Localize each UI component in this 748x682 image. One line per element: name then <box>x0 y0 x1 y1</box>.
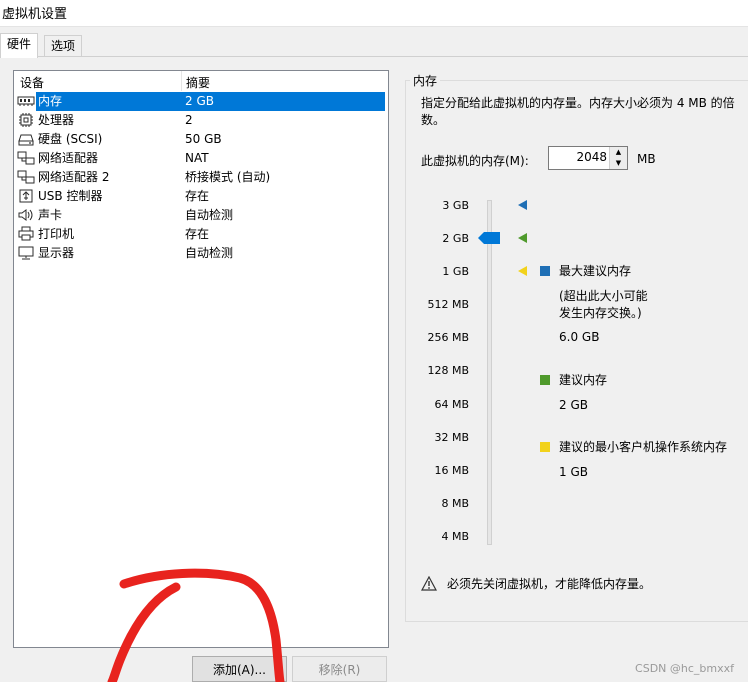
legend-max-note: (超出此大小可能 发生内存交换。) <box>559 289 648 320</box>
scale-label: 32 MB <box>434 431 469 444</box>
device-name: 硬盘 (SCSI) <box>38 132 103 146</box>
memory-field-label: 此虚拟机的内存(M): <box>421 154 529 168</box>
device-summary: 桥接模式 (自动) <box>185 170 271 184</box>
watermark: CSDN @hc_bmxxf <box>635 662 734 675</box>
window-title: 虚拟机设置 <box>2 7 68 22</box>
spin-down-icon[interactable]: ▼ <box>610 158 627 169</box>
device-summary: 2 GB <box>182 92 385 111</box>
device-row-memory[interactable]: 内存 2 GB <box>14 92 388 111</box>
scale-label: 64 MB <box>434 398 469 411</box>
memory-icon <box>17 96 35 106</box>
network-adapter-icon <box>17 151 35 165</box>
warning-icon <box>421 576 437 591</box>
device-list-header: 设备 摘要 <box>14 71 388 91</box>
scale-label: 512 MB <box>427 298 469 311</box>
memory-unit: MB <box>637 152 656 166</box>
device-row-network-adapter[interactable]: 网络适配器 NAT <box>14 149 388 168</box>
tab-options[interactable]: 选项 <box>44 35 83 56</box>
device-name: 内存 <box>36 92 186 111</box>
header-device[interactable]: 设备 <box>20 74 44 91</box>
memory-slider-thumb[interactable] <box>478 232 500 244</box>
recommended-marker-icon <box>518 233 527 243</box>
device-name: 网络适配器 <box>38 151 99 165</box>
processor-icon <box>19 113 33 127</box>
scale-label: 1 GB <box>442 265 469 278</box>
device-row-usb-controller[interactable]: USB 控制器 存在 <box>14 187 388 206</box>
scale-label: 3 GB <box>442 199 469 212</box>
legend-max-color <box>540 266 550 276</box>
printer-icon <box>18 226 34 241</box>
header-summary[interactable]: 摘要 <box>186 74 210 91</box>
device-summary: 50 GB <box>185 132 222 146</box>
device-name: 处理器 <box>38 113 75 127</box>
usb-icon <box>19 189 33 203</box>
device-row-hard-disk[interactable]: 硬盘 (SCSI) 50 GB <box>14 130 388 149</box>
device-name: 显示器 <box>38 246 75 260</box>
tab-strip: 硬件 选项 <box>0 33 748 58</box>
device-summary: 自动检测 <box>185 246 234 260</box>
monitor-icon <box>18 246 34 260</box>
memory-spinbox[interactable]: 2048 ▲ ▼ <box>548 146 628 170</box>
scale-label: 16 MB <box>434 464 469 477</box>
device-summary: 自动检测 <box>185 208 234 222</box>
legend-recommended-label: 建议内存 <box>559 373 608 387</box>
device-row-display[interactable]: 显示器 自动检测 <box>14 244 388 263</box>
device-row-printer[interactable]: 打印机 存在 <box>14 225 388 244</box>
memory-value[interactable]: 2048 <box>576 150 607 164</box>
device-name: 网络适配器 2 <box>38 170 110 184</box>
device-name: 声卡 <box>38 208 63 222</box>
device-summary: NAT <box>185 151 209 165</box>
memory-description: 指定分配给此虚拟机的内存量。内存大小必须为 4 MB 的倍数。 <box>421 96 735 127</box>
scale-label: 2 GB <box>442 232 469 245</box>
scale-label: 4 MB <box>441 530 469 543</box>
scale-label: 256 MB <box>427 331 469 344</box>
legend-min-label: 建议的最小客户机操作系统内存 <box>559 440 728 454</box>
network-adapter-icon <box>17 170 35 184</box>
device-summary: 存在 <box>185 189 210 203</box>
legend-recommended-color <box>540 375 550 385</box>
scale-label: 128 MB <box>427 364 469 377</box>
header-separator <box>181 71 182 91</box>
warning-text: 必须先关闭虚拟机，才能降低内存量。 <box>447 577 652 591</box>
legend-max-value: 6.0 GB <box>559 330 600 344</box>
min-recommended-marker-icon <box>518 266 527 276</box>
device-row-sound-card[interactable]: 声卡 自动检测 <box>14 206 388 225</box>
legend-recommended-value: 2 GB <box>559 398 588 412</box>
legend-max-label: 最大建议内存 <box>559 264 632 278</box>
memory-slider-track[interactable] <box>487 200 492 545</box>
spinner-arrows: ▲ ▼ <box>609 147 627 169</box>
vm-settings-window: 虚拟机设置 硬件 选项 设备 摘要 内存 2 GB 处理器 2 硬盘 (SCSI… <box>0 0 748 682</box>
memory-group-title: 内存 <box>410 72 441 89</box>
device-summary: 2 <box>185 113 193 127</box>
memory-warning: 必须先关闭虚拟机，才能降低内存量。 <box>421 575 721 593</box>
remove-button[interactable]: 移除(R) <box>292 656 387 682</box>
device-summary: 存在 <box>185 227 210 241</box>
device-row-network-adapter-2[interactable]: 网络适配器 2 桥接模式 (自动) <box>14 168 388 187</box>
sound-icon <box>18 209 33 221</box>
tab-hardware[interactable]: 硬件 <box>0 33 39 58</box>
legend-min-value: 1 GB <box>559 465 588 479</box>
add-button[interactable]: 添加(A)... <box>192 656 287 682</box>
max-recommended-marker-icon <box>518 200 527 210</box>
device-row-processor[interactable]: 处理器 2 <box>14 111 388 130</box>
tab-panel-border <box>0 56 748 57</box>
scale-label: 8 MB <box>441 497 469 510</box>
hard-disk-icon <box>18 134 34 146</box>
title-bar: 虚拟机设置 <box>0 0 748 27</box>
device-name: 打印机 <box>38 227 75 241</box>
legend-min-color <box>540 442 550 452</box>
device-list[interactable]: 设备 摘要 内存 2 GB 处理器 2 硬盘 (SCSI) 50 GB 网络适配… <box>13 70 389 648</box>
device-name: USB 控制器 <box>38 189 103 203</box>
